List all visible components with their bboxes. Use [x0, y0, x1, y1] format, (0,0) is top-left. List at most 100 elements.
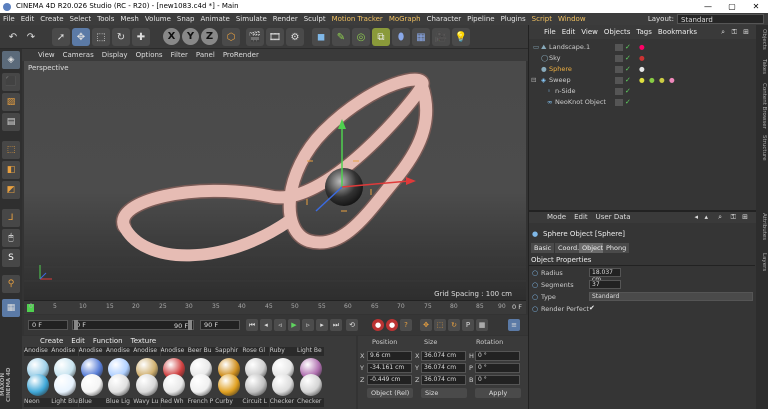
deformer-icon[interactable]: ⧉ [372, 28, 390, 46]
menu-mograph[interactable]: MoGraph [386, 13, 424, 25]
menu-pipeline[interactable]: Pipeline [464, 13, 497, 25]
material-swatch[interactable]: Red Wh [160, 372, 188, 407]
sidetab-layers[interactable]: Layers [757, 253, 767, 271]
goto-end-icon[interactable]: ⏭ [330, 319, 342, 331]
key-param-icon[interactable]: P [462, 319, 474, 331]
coordinate-mode-dropdown[interactable]: Object (Rel) [367, 388, 413, 398]
size-y-field[interactable]: 36.074 cm [421, 363, 466, 373]
visibility-dots[interactable] [615, 77, 623, 84]
record-keys-icon[interactable]: ● [372, 319, 384, 331]
menu-tools[interactable]: Tools [94, 13, 117, 25]
vp-menu-prorender[interactable]: ProRender [219, 51, 263, 59]
render-settings-icon[interactable]: ⚙ [286, 28, 304, 46]
scale-tool-icon[interactable]: ⬚ [92, 28, 110, 46]
material-swatch[interactable]: Light Blu [51, 372, 79, 407]
mat-menu-create[interactable]: Create [36, 337, 67, 345]
loop-icon[interactable]: ⟲ [346, 319, 358, 331]
viewport[interactable]: Perspective Grid Spacing: 100 cm [24, 61, 526, 300]
up-arrow-icon[interactable]: ▴ [700, 212, 712, 223]
object-row-sphere[interactable]: ● Sphere ✓ ● [529, 64, 757, 75]
obj-menu-file[interactable]: File [541, 28, 559, 36]
enabled-check-icon[interactable]: ✓ [625, 86, 631, 97]
material-swatch[interactable]: Blue Lig [105, 372, 133, 407]
segments-anim-icon[interactable]: ○ [532, 281, 538, 289]
visibility-dots[interactable] [615, 66, 623, 73]
mat-menu-texture[interactable]: Texture [127, 337, 161, 345]
prev-frame-icon[interactable]: ◃ [274, 319, 286, 331]
material-swatch[interactable]: Curby [215, 372, 243, 407]
vp-menu-view[interactable]: View [34, 51, 59, 59]
start-frame-field[interactable]: 0 F [28, 320, 68, 330]
attr-menu-mode[interactable]: Mode [543, 213, 570, 221]
menu-plugins[interactable]: Plugins [498, 13, 529, 25]
object-row-neoknot[interactable]: ∞ NeoKnot Object ✓ [529, 97, 757, 108]
enabled-check-icon[interactable]: ✓ [625, 64, 631, 75]
menu-volume[interactable]: Volume [142, 13, 174, 25]
tweak-icon[interactable]: 🖱 [2, 229, 20, 247]
close-button[interactable]: ✕ [744, 0, 768, 13]
material-tag-icon[interactable]: ● [659, 75, 665, 86]
preview-range-handle[interactable] [74, 320, 78, 330]
minimize-button[interactable]: — [696, 0, 720, 13]
attr-menu-edit[interactable]: Edit [570, 213, 592, 221]
apply-button[interactable]: Apply [475, 388, 521, 398]
lock-workplane-icon[interactable]: ⚲ [2, 275, 20, 293]
rotate-tool-icon[interactable]: ↻ [112, 28, 130, 46]
menu-select[interactable]: Select [67, 13, 95, 25]
autokey-icon[interactable]: ● [386, 319, 398, 331]
sidetab-objects[interactable]: Objects [757, 29, 767, 50]
obj-menu-tags[interactable]: Tags [633, 28, 655, 36]
tab-basic[interactable]: Basic [531, 243, 555, 253]
search-icon[interactable]: ⌕ [714, 212, 726, 223]
material-tag-icon[interactable]: ● [649, 75, 655, 86]
menu-render[interactable]: Render [270, 13, 301, 25]
render-picture-viewer-icon[interactable]: 🎞 [266, 28, 284, 46]
visibility-dots[interactable] [615, 88, 623, 95]
object-name[interactable]: Sky [549, 53, 561, 64]
select-tool-icon[interactable]: ➚ [52, 28, 70, 46]
keyframe-selection-icon[interactable]: ? [400, 319, 412, 331]
render-view-icon[interactable]: 🎬 [246, 28, 264, 46]
object-row-sky[interactable]: ◯ Sky ✓ ● [529, 53, 757, 64]
object-name[interactable]: Landscape.1 [549, 42, 590, 53]
material-swatch[interactable]: French P [187, 372, 215, 407]
render-perfect-checkbox[interactable]: ✔ [589, 304, 595, 312]
key-rotation-icon[interactable]: ↻ [448, 319, 460, 331]
pos-y-field[interactable]: -34.161 cm [367, 363, 412, 373]
render-perfect-anim-icon[interactable]: ○ [532, 305, 538, 313]
material-swatch[interactable]: Checker [269, 372, 297, 407]
attr-menu-userdata[interactable]: User Data [592, 213, 635, 221]
vp-menu-display[interactable]: Display [98, 51, 132, 59]
material-tag-icon[interactable]: ● [669, 75, 675, 86]
new-window-icon[interactable]: ⊞ [738, 212, 752, 223]
object-name[interactable]: Sphere [549, 64, 572, 75]
enabled-check-icon[interactable]: ✓ [625, 97, 631, 108]
menu-animate[interactable]: Animate [198, 13, 233, 25]
size-mode-dropdown[interactable]: Size [421, 388, 467, 398]
z-axis-lock-button[interactable]: Z [201, 28, 218, 45]
rot-h-field[interactable]: 0 ° [475, 351, 520, 361]
object-row-sweep[interactable]: ⊟ ◈ Sweep ✓ ● ● ● ● [529, 75, 757, 86]
menu-snap[interactable]: Snap [174, 13, 198, 25]
obj-menu-objects[interactable]: Objects [601, 28, 633, 36]
redo-icon[interactable]: ↷ [22, 28, 40, 46]
key-scale-icon[interactable]: ⬚ [434, 319, 446, 331]
grid-workplane-icon[interactable]: ▦ [2, 299, 20, 317]
vp-menu-filter[interactable]: Filter [167, 51, 192, 59]
y-axis-lock-button[interactable]: Y [182, 28, 199, 45]
obj-menu-edit[interactable]: Edit [559, 28, 579, 36]
object-name[interactable]: NeoKnot Object [555, 97, 606, 108]
next-key-icon[interactable]: ▸ [316, 319, 328, 331]
radius-anim-icon[interactable]: ○ [532, 269, 538, 277]
next-frame-icon[interactable]: ▹ [302, 319, 314, 331]
enabled-check-icon[interactable]: ✓ [625, 42, 631, 53]
sidetab-takes[interactable]: Takes [757, 59, 767, 74]
object-row-nside[interactable]: ◦ n-Side ✓ [529, 86, 757, 97]
mograph-icon[interactable]: ⬮ [392, 28, 410, 46]
object-row-landscape[interactable]: ▭ ⛰ Landscape.1 ✓ ● [529, 42, 757, 53]
menu-script[interactable]: Script [529, 13, 555, 25]
menu-motion-tracker[interactable]: Motion Tracker [329, 13, 386, 25]
polygons-mode-icon[interactable]: ◩ [2, 181, 20, 199]
rot-b-field[interactable]: 0 ° [475, 375, 520, 385]
snap-icon[interactable]: S [2, 249, 20, 267]
